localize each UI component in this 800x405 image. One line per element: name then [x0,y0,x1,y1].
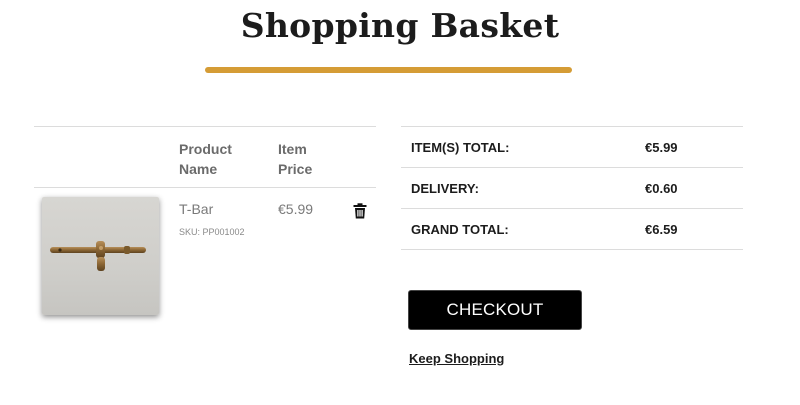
trash-icon[interactable] [353,203,367,219]
product-thumbnail[interactable] [42,197,159,315]
checkout-button[interactable]: CHECKOUT [408,290,582,330]
page-title: Shopping Basket [240,6,560,45]
basket-header-row: Product Name Item Price [34,127,376,187]
delivery-value: €0.60 [645,181,678,196]
items-total-label: ITEM(S) TOTAL: [411,140,510,155]
basket-item-row: T-Bar SKU: PP001002 €5.99 [34,188,376,328]
basket-table: Product Name Item Price T-Bar SKU: PP001… [34,126,376,328]
column-header-product-line1: Product [179,141,232,157]
item-sku: SKU: PP001002 [179,227,245,237]
totals-row-grand: GRAND TOTAL: €6.59 [401,209,743,249]
keep-shopping-link[interactable]: Keep Shopping [409,351,504,366]
order-totals: ITEM(S) TOTAL: €5.99 DELIVERY: €0.60 GRA… [401,126,743,250]
t-bar-product-photo [50,241,146,271]
column-header-price-line2: Price [278,161,313,177]
items-total-value: €5.99 [645,140,678,155]
column-header-price-line1: Item [278,141,307,157]
title-underline [205,67,572,73]
item-name[interactable]: T-Bar [179,201,213,217]
item-price: €5.99 [278,201,314,217]
grand-total-value: €6.59 [645,222,678,237]
totals-row-delivery: DELIVERY: €0.60 [401,168,743,208]
delivery-label: DELIVERY: [411,181,479,196]
divider [401,249,743,250]
grand-total-label: GRAND TOTAL: [411,222,509,237]
totals-row-items: ITEM(S) TOTAL: €5.99 [401,127,743,167]
column-header-product-line2: Name [179,161,218,177]
column-header-product: Product Name [179,139,232,179]
column-header-price: Item Price [278,139,312,179]
